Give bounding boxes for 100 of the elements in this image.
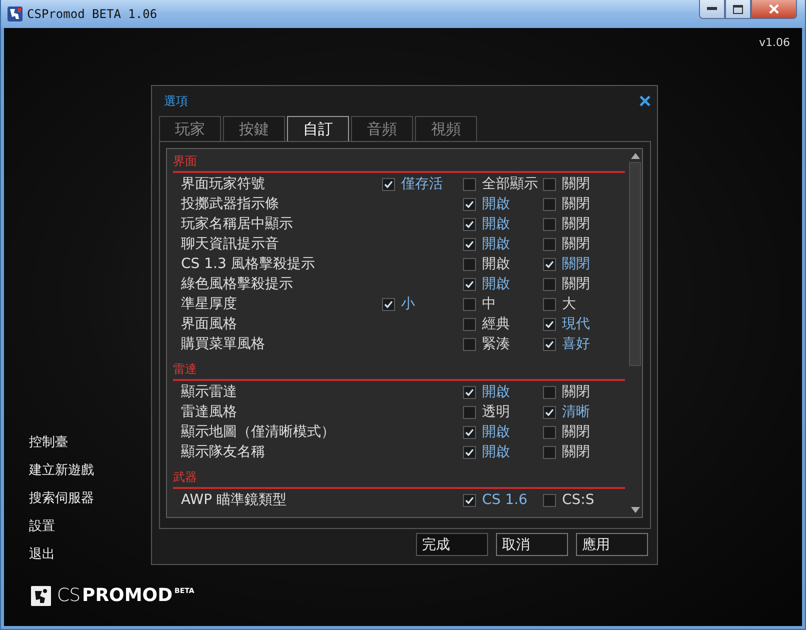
option-label: 喜好 bbox=[562, 335, 590, 353]
scroll-thumb[interactable] bbox=[629, 162, 641, 366]
setting-label: 投擲武器指示條 bbox=[181, 195, 280, 213]
tab[interactable]: 視頻 bbox=[415, 116, 477, 141]
option-label: 開啟 bbox=[482, 255, 510, 273]
checkbox[interactable] bbox=[463, 218, 476, 230]
setting-label: 準星厚度 bbox=[181, 295, 238, 313]
checkbox[interactable] bbox=[543, 198, 556, 210]
option-label: 開啟 bbox=[482, 443, 510, 461]
option-label: 開啟 bbox=[482, 235, 510, 253]
setting-label: 界面風格 bbox=[181, 315, 238, 333]
menu-item[interactable]: 控制臺 bbox=[29, 433, 151, 453]
option-label: 開啟 bbox=[482, 215, 510, 233]
option-label: 開啟 bbox=[482, 195, 510, 213]
section-heading: 雷達 bbox=[173, 360, 625, 381]
menu-item[interactable]: 設置 bbox=[29, 517, 151, 537]
checkbox[interactable] bbox=[543, 278, 556, 290]
section-heading: 武器 bbox=[173, 468, 625, 489]
option-label: 關閉 bbox=[562, 443, 590, 461]
setting-label: 顯示雷達 bbox=[181, 383, 238, 401]
checkbox[interactable] bbox=[543, 494, 556, 506]
checkbox[interactable] bbox=[463, 406, 476, 418]
checkbox[interactable] bbox=[463, 386, 476, 398]
dialog-button[interactable]: 應用 bbox=[576, 533, 648, 556]
close-icon[interactable] bbox=[639, 95, 651, 107]
checkbox[interactable] bbox=[382, 178, 395, 190]
tab[interactable]: 自訂 bbox=[287, 116, 349, 141]
checkbox[interactable] bbox=[463, 258, 476, 270]
checkbox[interactable] bbox=[543, 258, 556, 270]
option-label: 關閉 bbox=[562, 215, 590, 233]
dialog-title: 選項 bbox=[164, 92, 188, 110]
option-label: 關閉 bbox=[562, 383, 590, 401]
option-label: CS:S bbox=[562, 492, 594, 508]
checkbox[interactable] bbox=[543, 338, 556, 350]
checkbox[interactable] bbox=[463, 426, 476, 438]
option-label: 現代 bbox=[562, 315, 590, 333]
menu-item[interactable]: 退出 bbox=[29, 545, 151, 565]
close-button[interactable] bbox=[751, 0, 797, 19]
setting-label: 顯示隊友名稱 bbox=[181, 443, 266, 461]
section-heading: 界面 bbox=[173, 152, 625, 173]
option-label: 開啟 bbox=[482, 423, 510, 441]
menu-item[interactable]: 建立新遊戲 bbox=[29, 461, 151, 481]
checkbox[interactable] bbox=[543, 218, 556, 230]
checkbox[interactable] bbox=[463, 298, 476, 310]
tab[interactable]: 按鍵 bbox=[223, 116, 285, 141]
option-label: 關閉 bbox=[562, 195, 590, 213]
option-label: 關閉 bbox=[562, 235, 590, 253]
dialog-button[interactable]: 取消 bbox=[496, 533, 568, 556]
tab[interactable]: 玩家 bbox=[159, 116, 221, 141]
checkbox[interactable] bbox=[382, 298, 395, 310]
checkbox[interactable] bbox=[543, 446, 556, 458]
option-label: 僅存活 bbox=[401, 175, 443, 193]
dialog-button[interactable]: 完成 bbox=[416, 533, 488, 556]
checkbox[interactable] bbox=[543, 406, 556, 418]
setting-label: 綠色風格擊殺提示 bbox=[181, 275, 294, 293]
option-label: 中 bbox=[482, 295, 496, 313]
setting-label: 購買菜單風格 bbox=[181, 335, 266, 353]
option-label: 緊湊 bbox=[482, 335, 510, 353]
option-label: 關閉 bbox=[562, 175, 590, 193]
option-label: 關閉 bbox=[562, 255, 590, 273]
checkbox[interactable] bbox=[463, 198, 476, 210]
checkbox[interactable] bbox=[463, 278, 476, 290]
option-label: 小 bbox=[401, 295, 415, 313]
checkbox[interactable] bbox=[543, 426, 556, 438]
maximize-button[interactable] bbox=[725, 0, 751, 19]
checkbox[interactable] bbox=[463, 446, 476, 458]
option-label: 大 bbox=[562, 295, 576, 313]
down-arrow-icon[interactable] bbox=[630, 507, 640, 513]
option-label: 清晰 bbox=[562, 403, 590, 421]
setting-label: 雷達風格 bbox=[181, 403, 238, 421]
checkbox[interactable] bbox=[543, 178, 556, 190]
checkbox[interactable] bbox=[463, 318, 476, 330]
checkbox[interactable] bbox=[463, 338, 476, 350]
logo-icon bbox=[31, 586, 51, 606]
logo-name: PROMOD bbox=[82, 585, 173, 606]
tab[interactable]: 音頻 bbox=[351, 116, 413, 141]
minimize-icon bbox=[707, 7, 717, 11]
option-label: CS 1.6 bbox=[482, 492, 528, 508]
checkbox[interactable] bbox=[543, 386, 556, 398]
option-label: 全部顯示 bbox=[482, 175, 538, 193]
logo-text: CS bbox=[57, 585, 80, 606]
menu-item[interactable]: 搜索伺服器 bbox=[29, 489, 151, 509]
up-arrow-icon[interactable] bbox=[630, 153, 640, 159]
option-label: 透明 bbox=[482, 403, 510, 421]
checkbox[interactable] bbox=[543, 318, 556, 330]
setting-label: CS 1.3 風格擊殺提示 bbox=[181, 255, 316, 273]
option-label: 關閉 bbox=[562, 423, 590, 441]
setting-label: 顯示地圖（僅清晰模式） bbox=[181, 423, 336, 441]
checkbox[interactable] bbox=[463, 178, 476, 190]
checkbox[interactable] bbox=[463, 494, 476, 506]
option-label: 開啟 bbox=[482, 383, 510, 401]
window-title: CSPromod BETA 1.06 bbox=[27, 7, 158, 21]
minimize-button[interactable] bbox=[699, 0, 725, 19]
option-label: 關閉 bbox=[562, 275, 590, 293]
maximize-icon bbox=[733, 4, 743, 14]
app-icon bbox=[7, 6, 23, 22]
checkbox[interactable] bbox=[463, 238, 476, 250]
checkbox[interactable] bbox=[543, 298, 556, 310]
checkbox[interactable] bbox=[543, 238, 556, 250]
setting-label: 界面玩家符號 bbox=[181, 175, 266, 193]
